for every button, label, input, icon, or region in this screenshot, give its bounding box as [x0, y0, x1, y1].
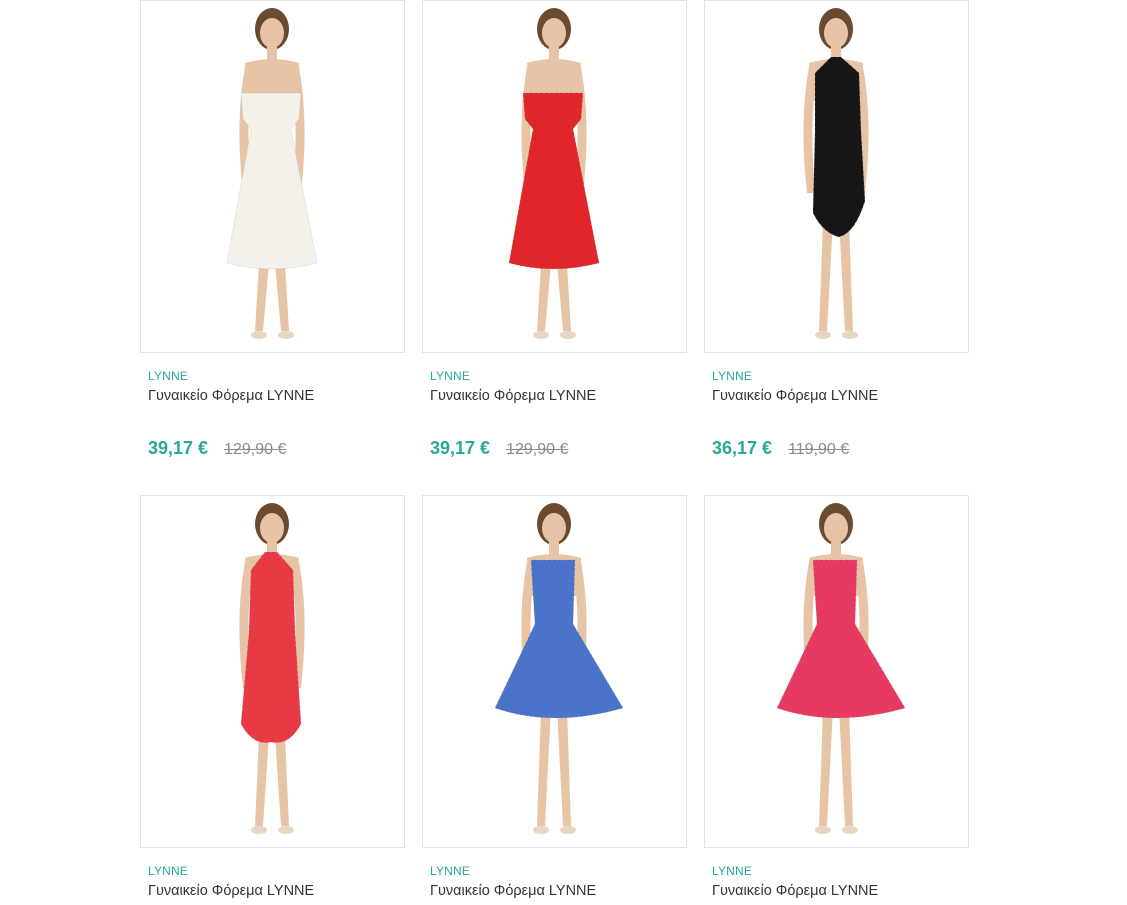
model-shoe-left — [815, 331, 831, 339]
model-leg-right — [275, 263, 289, 331]
product-title[interactable]: Γυναικείο Φόρεμα LYNNE — [148, 388, 314, 404]
model-shoe-left — [533, 826, 549, 834]
dress — [494, 559, 624, 719]
product-image[interactable] — [140, 0, 405, 353]
product-brand[interactable]: LYNNE — [148, 864, 188, 878]
model-illustration — [508, 8, 600, 339]
product-title[interactable]: Γυναικείο Φόρεμα LYNNE — [430, 388, 596, 404]
model-shoe-left — [251, 331, 267, 339]
sale-price: 39,17 € — [148, 438, 209, 458]
model-illustration — [776, 503, 906, 834]
model-leg-left — [819, 708, 833, 826]
model-leg-left — [537, 263, 551, 331]
model-shoe-right — [842, 826, 858, 834]
model-neck — [549, 45, 559, 61]
product-brand[interactable]: LYNNE — [712, 369, 752, 383]
model-illustration — [226, 8, 318, 339]
model-neck — [831, 540, 841, 556]
product-brand[interactable]: LYNNE — [430, 369, 470, 383]
model-illustration — [239, 503, 305, 834]
product-title[interactable]: Γυναικείο Φόρεμα LYNNE — [148, 883, 314, 899]
product-image[interactable] — [704, 0, 969, 353]
model-illustration — [494, 503, 624, 834]
sale-price: 36,17 € — [712, 438, 773, 458]
model-leg-left — [819, 221, 833, 331]
dress — [776, 559, 906, 719]
product-image[interactable] — [704, 495, 969, 848]
model-head — [824, 18, 848, 48]
model-head — [260, 513, 284, 543]
model-leg-left — [255, 736, 269, 826]
model-shoe-right — [560, 826, 576, 834]
model-shoe-right — [560, 331, 576, 339]
model-leg-left — [255, 263, 269, 331]
model-leg-left — [537, 708, 551, 826]
model-leg-right — [839, 708, 853, 826]
model-leg-right — [275, 736, 289, 826]
price-row: 39,17 € 129,90 € — [148, 438, 286, 459]
model-leg-right — [557, 708, 571, 826]
model-head — [824, 513, 848, 543]
model-shoe-right — [278, 331, 294, 339]
model-head — [542, 18, 566, 48]
original-price: 129,90 € — [224, 441, 287, 458]
product-image[interactable] — [140, 495, 405, 848]
model-neck — [267, 45, 277, 61]
original-price: 129,90 € — [506, 441, 569, 458]
product-title[interactable]: Γυναικείο Φόρεμα LYNNE — [712, 883, 878, 899]
product-brand[interactable]: LYNNE — [148, 369, 188, 383]
model-shoe-right — [278, 826, 294, 834]
price-row: 39,17 € 129,90 € — [430, 438, 568, 459]
model-shoe-left — [251, 826, 267, 834]
model-head — [542, 513, 566, 543]
original-price: 119,90 € — [788, 441, 850, 458]
price-row: 36,17 € 119,90 € — [712, 438, 849, 459]
dress — [812, 56, 866, 238]
product-brand[interactable]: LYNNE — [712, 864, 752, 878]
product-brand[interactable]: LYNNE — [430, 864, 470, 878]
model-shoe-right — [842, 331, 858, 339]
sale-price: 39,17 € — [430, 438, 491, 458]
product-image[interactable] — [422, 495, 687, 848]
model-neck — [549, 540, 559, 556]
product-title[interactable]: Γυναικείο Φόρεμα LYNNE — [712, 388, 878, 404]
model-illustration — [803, 8, 869, 339]
model-shoe-left — [815, 826, 831, 834]
model-leg-right — [557, 263, 571, 331]
model-leg-right — [839, 221, 853, 331]
model-head — [260, 18, 284, 48]
product-title[interactable]: Γυναικείο Φόρεμα LYNNE — [430, 883, 596, 899]
product-image[interactable] — [422, 0, 687, 353]
model-shoe-left — [533, 331, 549, 339]
